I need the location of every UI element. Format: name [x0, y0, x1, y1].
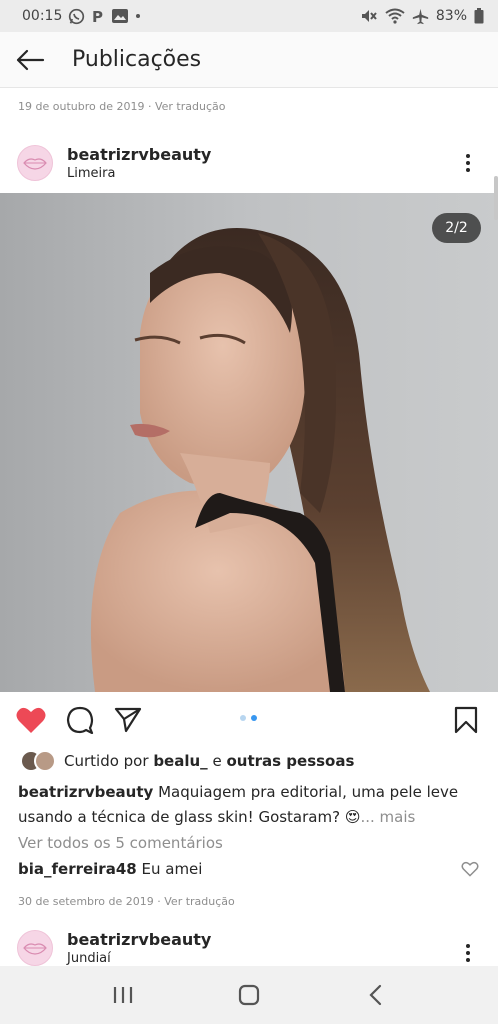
status-bar: 00:15 P 83% [0, 0, 498, 32]
dot-icon [135, 13, 141, 19]
next-post-username[interactable]: beatrizrvbeauty [67, 930, 211, 949]
home-icon [238, 984, 260, 1006]
lips-logo-icon [23, 158, 47, 170]
heart-filled-icon [16, 707, 46, 733]
carousel-dot [240, 715, 246, 721]
view-all-comments-link[interactable]: Ver todos os 5 comentários [18, 834, 223, 852]
image-counter-badge: 2/2 [432, 213, 481, 243]
comment-button[interactable] [64, 704, 96, 736]
system-back-button[interactable] [355, 975, 395, 1015]
liked-by-row[interactable]: Curtido por bealu_ e outras pessoas [20, 750, 354, 772]
next-post-location[interactable]: Jundiaí [67, 951, 211, 966]
comment-row: bia_ferreira48 Eu amei [18, 860, 202, 878]
previous-post-date: 19 de outubro de 2019 [18, 100, 145, 113]
home-button[interactable] [229, 975, 269, 1015]
heart-outline-icon [461, 861, 479, 877]
wifi-icon [385, 8, 405, 24]
lips-logo-icon [23, 943, 47, 955]
recent-apps-button[interactable] [103, 975, 143, 1015]
scrollbar[interactable] [494, 176, 498, 220]
status-time: 00:15 [22, 8, 63, 24]
recent-apps-icon [113, 987, 133, 1003]
next-post-more-options-button[interactable] [458, 938, 478, 966]
post-date: 30 de setembro de 2019 [18, 895, 154, 908]
share-button[interactable] [112, 704, 144, 736]
liker-avatar [34, 750, 56, 772]
whatsapp-icon [68, 8, 85, 25]
liked-by-user[interactable]: bealu_ [153, 752, 207, 770]
save-button[interactable] [450, 704, 482, 736]
post-header: beatrizrvbeauty Limeira [0, 134, 498, 192]
carousel-dot-active [251, 715, 257, 721]
parking-icon: P [91, 8, 105, 24]
more-options-button[interactable] [458, 148, 478, 178]
post-location[interactable]: Limeira [67, 166, 211, 181]
like-button[interactable] [15, 704, 47, 736]
bookmark-icon [454, 706, 478, 734]
previous-post-translate-link[interactable]: Ver tradução [155, 100, 226, 113]
comment-username[interactable]: bia_ferreira48 [18, 860, 137, 878]
svg-text:P: P [92, 8, 103, 24]
caption-username[interactable]: beatrizrvbeauty [18, 783, 153, 801]
post-date-line: 30 de setembro de 2019 · Ver tradução [18, 895, 235, 908]
send-icon [114, 707, 142, 733]
next-post-header: beatrizrvbeauty Jundiaí [0, 924, 498, 966]
airplane-icon [412, 8, 429, 25]
arrow-left-icon [16, 49, 45, 70]
battery-percent: 83% [435, 8, 467, 24]
comment-text: Eu amei [141, 860, 203, 878]
previous-post-date-line: 19 de outubro de 2019 · Ver tradução [18, 100, 226, 113]
liked-by-and: e [212, 752, 222, 770]
post-photo[interactable] [0, 193, 498, 692]
next-post-avatar[interactable] [17, 930, 53, 966]
liked-by-prefix: Curtido por [64, 752, 149, 770]
back-button[interactable] [0, 32, 60, 88]
post-translate-link[interactable]: Ver tradução [164, 895, 235, 908]
carousel-dots [240, 715, 257, 721]
post-username[interactable]: beatrizrvbeauty [67, 145, 211, 164]
post-caption: beatrizrvbeauty Maquiagem pra editorial,… [18, 780, 478, 830]
android-nav-bar [0, 966, 498, 1024]
mute-icon [360, 8, 378, 24]
post-action-row [0, 700, 498, 740]
page-title: Publicações [72, 47, 202, 72]
portrait-photo [0, 193, 498, 692]
comment-like-button[interactable] [461, 860, 479, 878]
liked-by-others[interactable]: outras pessoas [226, 752, 354, 770]
image-icon [111, 8, 129, 24]
app-header: Publicações [0, 32, 498, 88]
comment-icon [66, 706, 94, 734]
caption-more-link[interactable]: ... mais [360, 808, 415, 826]
avatar[interactable] [17, 145, 53, 181]
battery-icon [474, 8, 484, 24]
chevron-left-icon [369, 984, 382, 1006]
caption-emoji: 😍 [344, 808, 361, 826]
